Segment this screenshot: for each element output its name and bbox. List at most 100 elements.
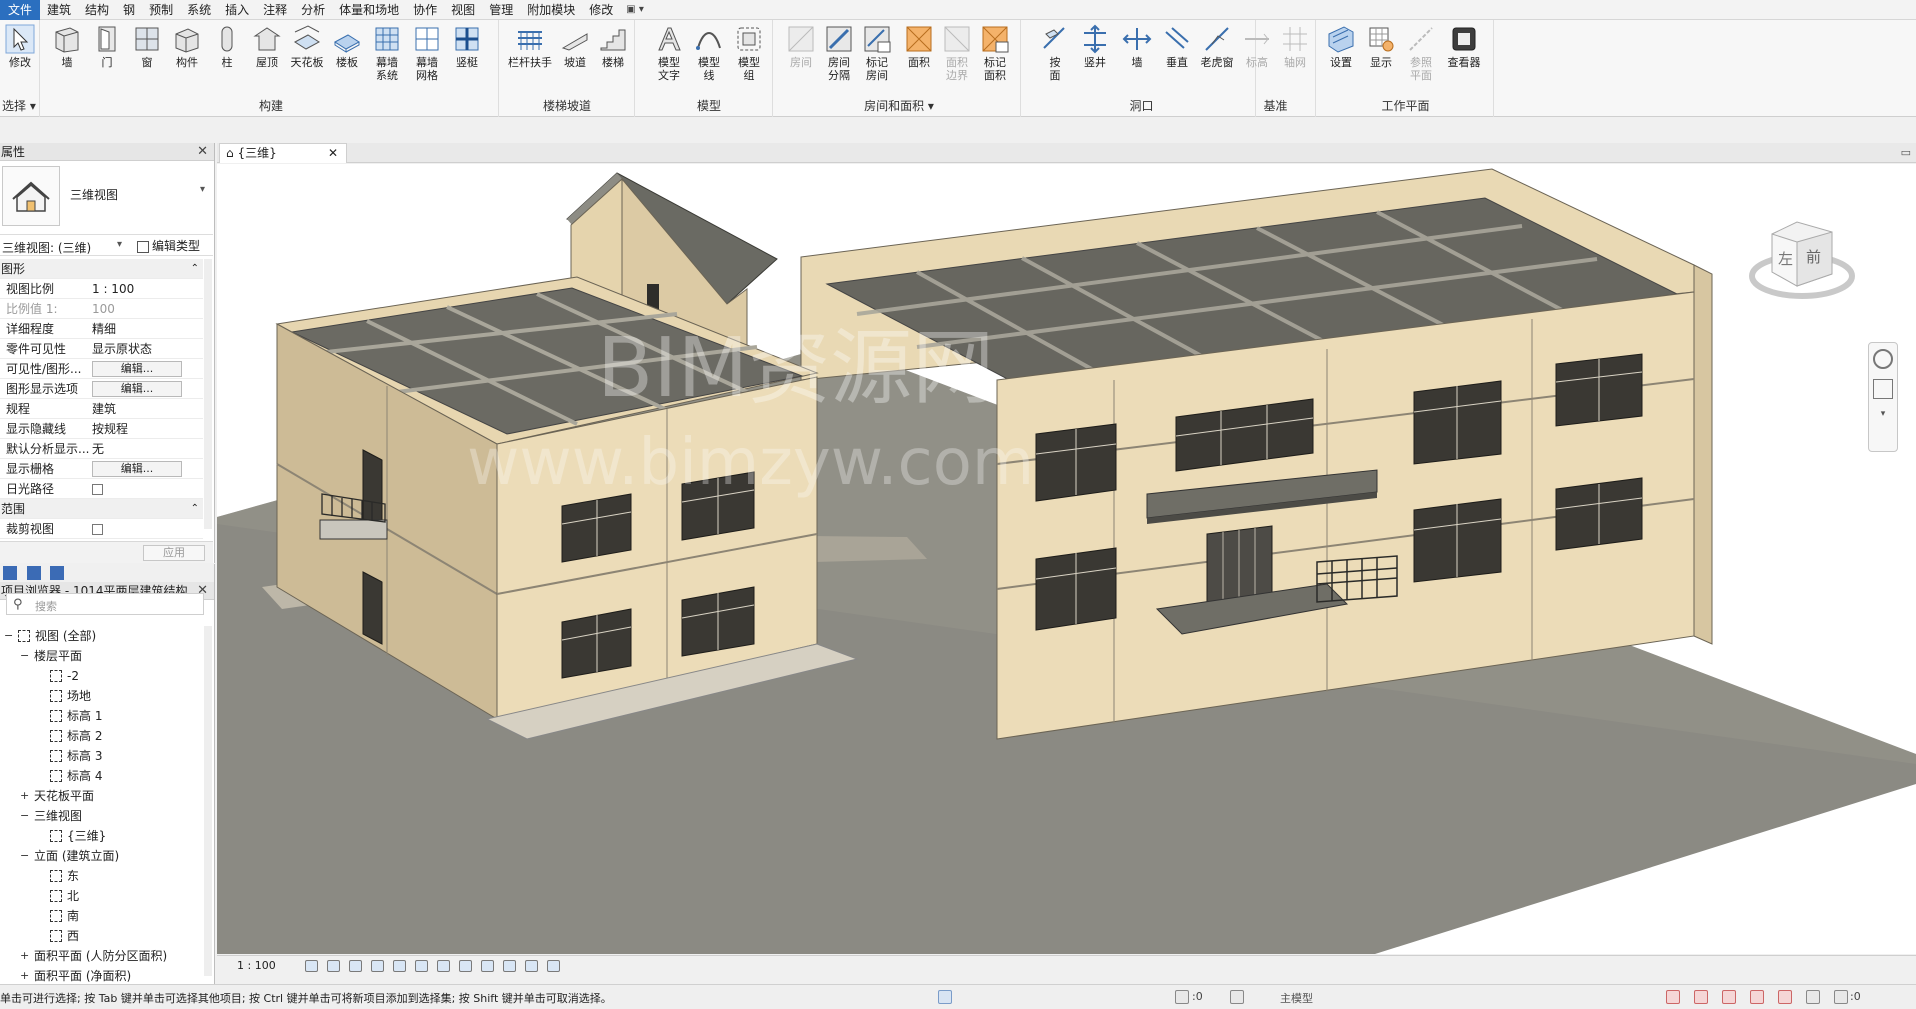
- menu-tab-modify[interactable]: 修改: [582, 0, 620, 20]
- menu-tab-view[interactable]: 视图: [444, 0, 482, 20]
- steering-wheel-icon[interactable]: [1873, 349, 1893, 369]
- tag-area-button[interactable]: 标记 面积: [976, 24, 1014, 82]
- area-boundary-button[interactable]: 面积 边界: [938, 24, 976, 82]
- maximize-icon[interactable]: ▭: [1901, 146, 1911, 159]
- shadows-icon[interactable]: [371, 960, 384, 972]
- view-scale-indicator[interactable]: 1 : 100: [237, 959, 276, 972]
- parts-visibility-value[interactable]: 显示原状态: [92, 339, 200, 359]
- select-underlay-icon[interactable]: [1694, 990, 1708, 1004]
- railing-button[interactable]: 栏杆扶手: [504, 24, 556, 69]
- temporary-view-icon[interactable]: [525, 960, 538, 972]
- menu-tab-systems[interactable]: 系统: [180, 0, 218, 20]
- design-options-icon[interactable]: [1230, 990, 1244, 1004]
- collapse-icon[interactable]: −: [4, 626, 13, 646]
- menu-tab-precast[interactable]: 预制: [142, 0, 180, 20]
- tree-item[interactable]: 西: [0, 926, 205, 946]
- component-button[interactable]: 构件: [168, 24, 206, 69]
- type-selector[interactable]: 三维视图 ▾: [0, 162, 213, 230]
- menu-tab-massing-site[interactable]: 体量和场地: [332, 0, 406, 20]
- lock-3d-icon[interactable]: [459, 960, 472, 972]
- close-icon[interactable]: ✕: [197, 143, 208, 161]
- tree-item[interactable]: -2: [0, 666, 205, 686]
- show-workplane-button[interactable]: 显示: [1362, 24, 1400, 69]
- active-model-selector[interactable]: 主模型: [1280, 990, 1313, 1006]
- wall-button[interactable]: 墙: [48, 24, 86, 69]
- menu-tab-manage[interactable]: 管理: [482, 0, 520, 20]
- door-button[interactable]: 门: [88, 24, 126, 69]
- section-graphics[interactable]: 图形 ⌃: [0, 259, 203, 279]
- ramp-button[interactable]: 坡道: [556, 24, 594, 69]
- detail-level-value[interactable]: 精细: [92, 319, 200, 339]
- tree-item[interactable]: − 三维视图: [0, 806, 205, 826]
- menu-tab-file[interactable]: 文件: [0, 0, 41, 20]
- menu-tab-steel[interactable]: 钢: [116, 0, 142, 20]
- ref-plane-button[interactable]: 参照 平面: [1402, 24, 1440, 82]
- tree-item[interactable]: − 立面 (建筑立面): [0, 846, 205, 866]
- viewer-button[interactable]: 查看器: [1440, 24, 1488, 69]
- show-crop-icon[interactable]: [437, 960, 450, 972]
- collapse-icon[interactable]: ⌃: [191, 499, 199, 519]
- dormer-button[interactable]: 老虎窗: [1198, 24, 1236, 69]
- expand-icon[interactable]: +: [20, 966, 29, 986]
- set-workplane-button[interactable]: 设置: [1322, 24, 1360, 69]
- menu-tab-structure[interactable]: 结构: [78, 0, 116, 20]
- grid-edit-button[interactable]: 编辑...: [92, 461, 182, 477]
- graphic-display-edit-button[interactable]: 编辑...: [92, 381, 182, 397]
- collapse-icon[interactable]: ⌃: [191, 259, 199, 279]
- temporary-hide-icon[interactable]: [481, 960, 494, 972]
- selection-filter-icon[interactable]: [1175, 990, 1189, 1004]
- level-button[interactable]: 标高: [1238, 24, 1276, 69]
- by-face-button[interactable]: 按 面: [1036, 24, 1074, 82]
- select-by-face-icon[interactable]: [1750, 990, 1764, 1004]
- background-process-icon[interactable]: [1806, 990, 1820, 1004]
- model-line-button[interactable]: 模型 线: [690, 24, 728, 82]
- roof-button[interactable]: 屋顶: [248, 24, 286, 69]
- browser-search-input[interactable]: ⚲ 搜索: [6, 593, 204, 615]
- render-icon[interactable]: [393, 960, 406, 972]
- edit-type-button[interactable]: 编辑类型: [137, 237, 200, 254]
- viewcube-left-face[interactable]: 左: [1778, 248, 1793, 269]
- collapse-icon[interactable]: −: [20, 846, 29, 866]
- drag-elements-icon[interactable]: [1778, 990, 1792, 1004]
- chevron-down-icon[interactable]: ▾: [1878, 409, 1888, 419]
- viewcube[interactable]: 左 前: [1742, 214, 1862, 309]
- model-group-button[interactable]: 模型 组: [730, 24, 768, 82]
- tree-item[interactable]: 场地: [0, 686, 205, 706]
- model-text-button[interactable]: 模型 文字: [650, 24, 688, 82]
- tree-item[interactable]: {三维}: [0, 826, 205, 846]
- room-area-dropdown[interactable]: 房间和面积 ▾: [778, 97, 1020, 114]
- modify-button[interactable]: 修改: [2, 24, 38, 69]
- sun-path-icon[interactable]: [349, 960, 362, 972]
- tree-item[interactable]: 北: [0, 886, 205, 906]
- tree-item[interactable]: 标高 3: [0, 746, 205, 766]
- chevron-down-icon[interactable]: ▾: [200, 184, 205, 195]
- room-button[interactable]: 房间: [782, 24, 820, 69]
- tree-item[interactable]: − 视图 (全部): [0, 626, 205, 646]
- reveal-hidden-icon[interactable]: [503, 960, 516, 972]
- browser-scrollbar[interactable]: [204, 626, 212, 976]
- ceiling-button[interactable]: 天花板: [288, 24, 326, 69]
- tree-item[interactable]: − 楼层平面: [0, 646, 205, 666]
- detail-level-icon[interactable]: [305, 960, 318, 972]
- viewcube-front-face[interactable]: 前: [1806, 246, 1821, 267]
- stair-button[interactable]: 楼梯: [594, 24, 632, 69]
- filter-icon[interactable]: [1834, 990, 1848, 1004]
- room-separator-button[interactable]: 房间 分隔: [820, 24, 858, 82]
- analytical-model-icon[interactable]: [547, 960, 560, 972]
- wall-opening-button[interactable]: 墙: [1118, 24, 1156, 69]
- tag-room-button[interactable]: 标记 房间: [858, 24, 896, 82]
- menu-tab-annotate[interactable]: 注释: [256, 0, 294, 20]
- view-instance-dropdown[interactable]: 三维视图: (三维): [2, 239, 91, 256]
- tree-item[interactable]: 东: [0, 866, 205, 886]
- tree-item[interactable]: + 面积平面 (净面积): [0, 966, 205, 986]
- apply-button[interactable]: 应用: [143, 545, 205, 561]
- sort-desc-icon[interactable]: [50, 566, 64, 580]
- floor-button[interactable]: 楼板: [328, 24, 366, 69]
- window-button[interactable]: 窗: [128, 24, 166, 69]
- select-links-icon[interactable]: [1666, 990, 1680, 1004]
- collapse-icon[interactable]: −: [20, 806, 29, 826]
- curtain-system-button[interactable]: 幕墙 系统: [368, 24, 406, 82]
- column-button[interactable]: 柱: [208, 24, 246, 69]
- section-extents[interactable]: 范围 ⌃: [0, 499, 203, 519]
- curtain-grid-button[interactable]: 幕墙 网格: [408, 24, 446, 82]
